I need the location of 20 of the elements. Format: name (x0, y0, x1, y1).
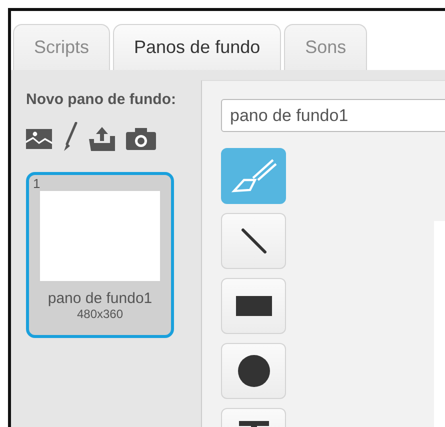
tool-button[interactable] (221, 213, 286, 269)
library-picture-icon[interactable] (26, 129, 52, 150)
name-field[interactable]: pano de fundo1 (221, 99, 445, 132)
brush-icon (230, 158, 276, 194)
upload-icon[interactable] (88, 126, 116, 152)
tab[interactable]: Panos de fundo (113, 24, 282, 70)
paintbrush-icon[interactable] (62, 122, 78, 152)
tool-button[interactable] (221, 343, 286, 399)
section-label: Novo pano de fundo: (26, 90, 177, 110)
tool-button[interactable] (221, 278, 286, 334)
camera-icon[interactable] (126, 128, 156, 150)
line-tool-icon (240, 227, 268, 255)
ellipse-tool-icon (238, 355, 270, 387)
tab[interactable]: Sons (284, 24, 368, 70)
backdrop-thumbnail[interactable]: 1 pano de fundo1 480x360 (26, 172, 174, 338)
backdrop-name: pano de fundo1 (48, 290, 152, 306)
backdrop-number: 1 (33, 176, 40, 190)
rectangle-tool-icon (236, 296, 272, 316)
backdrop-size: 480x360 (76, 306, 124, 320)
tab[interactable]: Scripts (13, 24, 110, 70)
